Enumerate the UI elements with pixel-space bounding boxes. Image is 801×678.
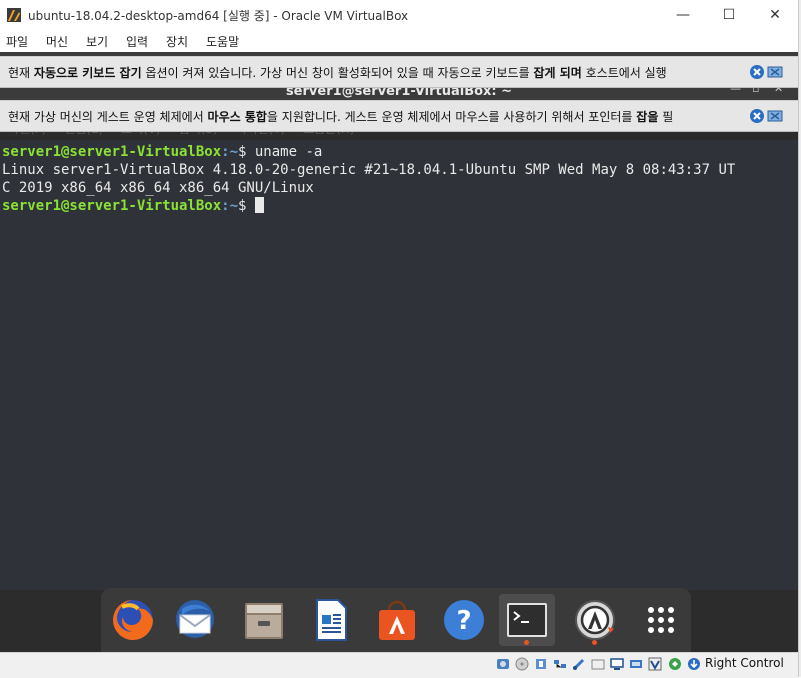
notice-text-segment: 옵션이 켜져 있습니다. 가상 머신 창이 활성화되어 있을 때 자동으로 키보… [141,66,534,80]
notice-do-not-show-icon[interactable] [767,64,783,80]
notice-text-segment: 잡게 되며 [533,66,582,80]
menu-machine[interactable]: 머신 [46,33,68,50]
files-icon [245,603,283,639]
shared-folders-icon[interactable] [591,657,605,671]
help-glyph: ? [456,606,471,636]
optical-drive-icon[interactable] [515,657,529,671]
menu-view[interactable]: 보기 [86,33,108,50]
notice-text-segment: 자동으로 키보드 잡기 [33,66,142,80]
usb-icon[interactable] [572,657,586,671]
virtualbox-window: ubuntu-18.04.2-desktop-amd64 [실행 중] - Or… [0,0,799,678]
running-indicator [592,640,597,645]
menu-help[interactable]: 도움말 [206,33,239,50]
close-button[interactable]: ✕ [752,0,798,30]
notice-text-segment: 호스트에서 실행 [581,66,667,80]
maximize-icon: ☐ [722,7,736,23]
thunderbird-icon [176,600,214,638]
menu-input[interactable]: 입력 [126,33,148,50]
notice-text-segment: 현재 [8,66,34,80]
dock-software-center[interactable] [369,594,425,646]
network-icon[interactable] [553,657,567,671]
notice-text: 현재 가상 머신의 게스트 운영 체제에서 마우스 통합을 지원합니다. 게스트… [8,108,742,125]
libreoffice-writer-icon [316,599,347,641]
terminal-icon [507,603,547,637]
keyboard-capture-icon[interactable] [687,657,701,671]
notice-text-segment: 잡을 [636,110,659,124]
running-indicator [524,640,529,645]
notice-text-segment: 을 지원합니다. 게스트 운영 체제에서 마우스를 사용하기 위해서 포인터를 [266,110,637,124]
terminal-line: server1@server1-VirtualBox:~$ [2,197,264,215]
terminal-line: C 2019 x86_64 x86_64 x86_64 GNU/Linux [2,180,314,196]
terminal-line: server1@server1-VirtualBox:~$ uname -a [2,143,322,161]
notice-close-icon[interactable] [749,64,765,80]
virtualbox-app-icon [7,8,21,22]
firefox-icon [113,600,153,640]
menu-bar: 파일 머신 보기 입력 장치 도움말 [0,30,798,52]
prompt-path: :~ [221,198,239,214]
display-icon[interactable] [610,657,624,671]
video-capture-icon[interactable] [629,657,643,671]
status-bar: Right Control [0,652,798,678]
dock-libreoffice-writer[interactable] [303,594,359,646]
notice-do-not-show-icon[interactable] [767,108,783,124]
terminal-line: Linux server1-VirtualBox 4.18.0-20-gener… [2,162,736,178]
notice-text: 현재 자동으로 키보드 잡기 옵션이 켜져 있습니다. 가상 머신 창이 활성화… [8,64,742,81]
notice-text-segment: 필 [658,110,674,124]
prompt-user: server1@server1-VirtualBox [2,198,222,214]
terminal-cursor [254,197,264,213]
mouse-integration-notice: 현재 가상 머신의 게스트 운영 체제에서 마우스 통합을 지원합니다. 게스트… [0,100,798,132]
guest-display[interactable]: server1@server1-VirtualBox: ~ — ▫ ✕ 파일(F… [0,52,798,652]
minimize-icon: — [676,7,690,23]
dock-terminal[interactable] [499,594,555,646]
software-updater-icon [575,600,615,640]
software-center-icon [379,600,415,640]
title-bar[interactable]: ubuntu-18.04.2-desktop-amd64 [실행 중] - Or… [0,0,798,30]
maximize-button[interactable]: ☐ [706,0,752,30]
menu-file[interactable]: 파일 [6,33,28,50]
dock-help[interactable]: ? [436,594,492,646]
dock-show-applications[interactable] [633,594,689,646]
prompt-path: :~ [221,144,239,160]
help-icon: ? [444,600,484,640]
close-icon: ✕ [769,7,781,23]
auto-capture-notice: 현재 자동으로 키보드 잡기 옵션이 켜져 있습니다. 가상 머신 창이 활성화… [0,56,798,88]
dock-firefox[interactable] [105,594,161,646]
minimize-button[interactable]: — [660,0,706,30]
show-applications-icon [648,607,674,633]
terminal-output[interactable]: server1@server1-VirtualBox:~$ uname -a L… [0,140,798,590]
notice-close-icon[interactable] [749,108,765,124]
hard-disk-icon[interactable] [496,657,510,671]
dock-thunderbird[interactable] [167,594,223,646]
notice-text-segment: 현재 가상 머신의 게스트 운영 체제에서 [8,110,208,124]
command-text: $ uname -a [238,144,323,160]
prompt-user: server1@server1-VirtualBox [2,144,222,160]
command-text: $ [238,198,255,214]
menu-devices[interactable]: 장치 [166,33,188,50]
mouse-integration-icon[interactable] [668,657,682,671]
window-title: ubuntu-18.04.2-desktop-amd64 [실행 중] - Or… [28,9,409,23]
dock-files[interactable] [236,594,292,646]
host-key-label[interactable]: Right Control [705,656,784,670]
virtualization-icon[interactable] [648,657,662,671]
dock-software-updater[interactable] [567,594,623,646]
ubuntu-dock: ? [101,588,691,652]
notice-text-segment: 마우스 통합 [207,110,267,124]
audio-icon[interactable] [534,657,548,671]
